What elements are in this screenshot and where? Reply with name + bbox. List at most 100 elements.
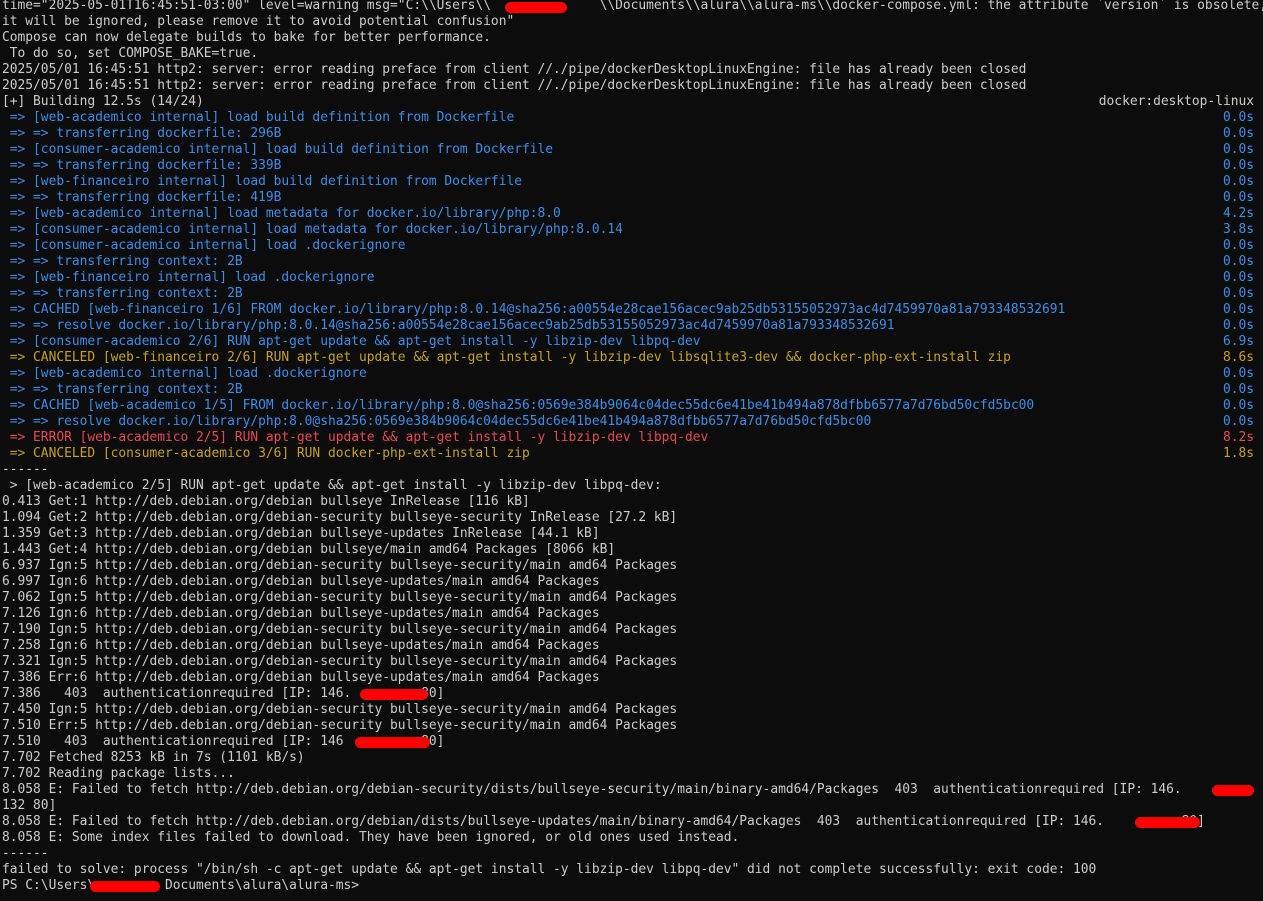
- build-step-text: => [consumer-academico 2/6] RUN apt-get …: [2, 334, 701, 349]
- terminal-output[interactable]: time="2025-05-01T16:45:51-03:00" level=w…: [2, 0, 1263, 894]
- terminal-line-text: 8.058 E: Some index files failed to down…: [2, 830, 740, 845]
- step-duration: 0.0s: [1222, 318, 1254, 333]
- build-step: => [consumer-academico internal] load bu…: [2, 142, 1254, 158]
- terminal-line: 7.126 Ign:6 http://deb.debian.org/debian…: [2, 606, 1254, 622]
- step-duration: 0.0s: [1222, 174, 1254, 189]
- build-step: => => transferring dockerfile: 339B 0.0s: [2, 158, 1254, 174]
- build-step-text: => => transferring dockerfile: 296B: [2, 126, 282, 141]
- build-step: => [consumer-academico 2/6] RUN apt-get …: [2, 334, 1254, 350]
- terminal-line: 7.702 Reading package lists...: [2, 766, 1254, 782]
- step-duration: 8.2s: [1222, 430, 1254, 445]
- build-step-text: => CANCELED [consumer-academico 3/6] RUN…: [2, 446, 530, 461]
- terminal-line-text: 7.450 Ign:5 http://deb.debian.org/debian…: [2, 702, 678, 717]
- terminal-line-text: 7.062 Ign:5 http://deb.debian.org/debian…: [2, 590, 678, 605]
- terminal-line: 1.094 Get:2 http://deb.debian.org/debian…: [2, 510, 1254, 526]
- build-step: => [web-financeiro internal] load build …: [2, 174, 1254, 190]
- build-steps: => [web-academico internal] load build d…: [2, 110, 1254, 462]
- terminal-line: Compose can now delegate builds to bake …: [2, 30, 1254, 46]
- terminal-line-text: it will be ignored, please remove it to …: [2, 14, 515, 29]
- terminal-line-text: PS C:\Users\ Documents\alura\alura-ms>: [2, 878, 359, 893]
- build-step: => CACHED [web-financeiro 1/6] FROM dock…: [2, 302, 1254, 318]
- step-duration: 4.2s: [1222, 206, 1254, 221]
- build-step: => => transferring dockerfile: 296B 0.0s: [2, 126, 1254, 142]
- step-duration: 0.0s: [1222, 190, 1254, 205]
- build-status: [+] Building 12.5s (14/24): [2, 94, 204, 109]
- terminal-line-text: time="2025-05-01T16:45:51-03:00" level=w…: [2, 0, 1263, 13]
- redaction-mark: [1135, 817, 1200, 828]
- step-duration: 0.0s: [1222, 398, 1254, 413]
- terminal-line: 7.386 Err:6 http://deb.debian.org/debian…: [2, 670, 1254, 686]
- build-step-text: => CACHED [web-academico 1/5] FROM docke…: [2, 398, 1035, 413]
- terminal-line-text: 8.058 E: Failed to fetch http://deb.debi…: [2, 814, 1205, 829]
- terminal-line: 8.058 E: Failed to fetch http://deb.debi…: [2, 782, 1254, 798]
- build-step: => [consumer-academico internal] load .d…: [2, 238, 1254, 254]
- terminal-line: 7.510 Err:5 http://deb.debian.org/debian…: [2, 718, 1254, 734]
- build-step-text: => [consumer-academico internal] load bu…: [2, 142, 554, 157]
- step-duration: 3.8s: [1222, 222, 1254, 237]
- build-step: => CANCELED [web-financeiro 2/6] RUN apt…: [2, 350, 1254, 366]
- build-step-text: => => resolve docker.io/library/php:8.0.…: [2, 318, 895, 333]
- terminal-line: 6.997 Ign:6 http://deb.debian.org/debian…: [2, 574, 1254, 590]
- terminal-line: 2025/05/01 16:45:51 http2: server: error…: [2, 78, 1254, 94]
- terminal-line: failed to solve: process "/bin/sh -c apt…: [2, 862, 1254, 878]
- step-duration: 0.0s: [1222, 286, 1254, 301]
- step-duration: 1.8s: [1222, 446, 1254, 461]
- warning-lines: time="2025-05-01T16:45:51-03:00" level=w…: [2, 0, 1263, 94]
- build-step-text: => [web-academico internal] load .docker…: [2, 366, 367, 381]
- build-step: => => transferring context: 2B 0.0s: [2, 254, 1254, 270]
- terminal-line-text: 7.702 Fetched 8253 kB in 7s (1101 kB/s): [2, 750, 305, 765]
- terminal-line-text: 7.510 Err:5 http://deb.debian.org/debian…: [2, 718, 678, 733]
- terminal-line: 7.062 Ign:5 http://deb.debian.org/debian…: [2, 590, 1254, 606]
- step-duration: 6.9s: [1222, 334, 1254, 349]
- terminal-line: 7.450 Ign:5 http://deb.debian.org/debian…: [2, 702, 1254, 718]
- terminal-line-text: To do so, set COMPOSE_BAKE=true.: [2, 46, 259, 61]
- terminal-line-text: 1.094 Get:2 http://deb.debian.org/debian…: [2, 510, 678, 525]
- terminal-line-text: Compose can now delegate builds to bake …: [2, 30, 491, 45]
- build-step: => => resolve docker.io/library/php:8.0@…: [2, 414, 1254, 430]
- build-header: [+] Building 12.5s (14/24) docker:deskto…: [2, 94, 1254, 110]
- terminal-line: 6.937 Ign:5 http://deb.debian.org/debian…: [2, 558, 1254, 574]
- build-step: => => transferring context: 2B 0.0s: [2, 382, 1254, 398]
- terminal-line-text: ------: [2, 462, 49, 477]
- terminal-line: 7.386 403 authenticationrequired [IP: 14…: [2, 686, 1254, 702]
- build-step: => [web-academico internal] load .docker…: [2, 366, 1254, 382]
- terminal-line-text: 0.413 Get:1 http://deb.debian.org/debian…: [2, 494, 530, 509]
- build-step: => => resolve docker.io/library/php:8.0.…: [2, 318, 1254, 334]
- step-duration: 0.0s: [1222, 270, 1254, 285]
- terminal-line: > [web-academico 2/5] RUN apt-get update…: [2, 478, 1254, 494]
- terminal-line: 7.258 Ign:6 http://deb.debian.org/debian…: [2, 638, 1254, 654]
- build-step: => => transferring context: 2B 0.0s: [2, 286, 1254, 302]
- terminal-line-text: > [web-academico 2/5] RUN apt-get update…: [2, 478, 662, 493]
- terminal-line-text: failed to solve: process "/bin/sh -c apt…: [2, 862, 1097, 877]
- step-duration: 0.0s: [1222, 126, 1254, 141]
- build-step-text: => => transferring context: 2B: [2, 382, 243, 397]
- terminal-line: 2025/05/01 16:45:51 http2: server: error…: [2, 62, 1254, 78]
- step-duration: 0.0s: [1222, 254, 1254, 269]
- terminal-line: it will be ignored, please remove it to …: [2, 14, 1254, 30]
- step-duration: 0.0s: [1222, 110, 1254, 125]
- terminal-line: To do so, set COMPOSE_BAKE=true.: [2, 46, 1254, 62]
- step-duration: 0.0s: [1222, 414, 1254, 429]
- step-duration: 0.0s: [1222, 158, 1254, 173]
- build-step: => [web-academico internal] load metadat…: [2, 206, 1254, 222]
- terminal-line: ------: [2, 462, 1254, 478]
- terminal-line-text: 7.190 Ign:5 http://deb.debian.org/debian…: [2, 622, 678, 637]
- redaction-mark: [355, 737, 430, 748]
- build-step-text: => [web-financeiro internal] load build …: [2, 174, 522, 189]
- terminal-line-text: 7.321 Ign:5 http://deb.debian.org/debian…: [2, 654, 678, 669]
- redaction-mark: [360, 689, 428, 700]
- terminal-line-text: 2025/05/01 16:45:51 http2: server: error…: [2, 62, 1027, 77]
- step-duration: 0.0s: [1222, 142, 1254, 157]
- terminal-line: 7.510 403 authenticationrequired [IP: 14…: [2, 734, 1254, 750]
- step-duration: 8.6s: [1222, 350, 1254, 365]
- build-step-text: => CANCELED [web-financeiro 2/6] RUN apt…: [2, 350, 1011, 365]
- terminal-line: 8.058 E: Failed to fetch http://deb.debi…: [2, 814, 1254, 830]
- terminal-line: 1.443 Get:4 http://deb.debian.org/debian…: [2, 542, 1254, 558]
- terminal-line: time="2025-05-01T16:45:51-03:00" level=w…: [2, 0, 1263, 14]
- build-step-text: => [web-academico internal] load metadat…: [2, 206, 561, 221]
- build-step-text: => => transferring context: 2B: [2, 286, 243, 301]
- step-duration: 0.0s: [1222, 382, 1254, 397]
- build-context: docker:desktop-linux: [1098, 94, 1254, 109]
- build-step: => => transferring dockerfile: 419B 0.0s: [2, 190, 1254, 206]
- terminal-line-text: 8.058 E: Failed to fetch http://deb.debi…: [2, 782, 1182, 797]
